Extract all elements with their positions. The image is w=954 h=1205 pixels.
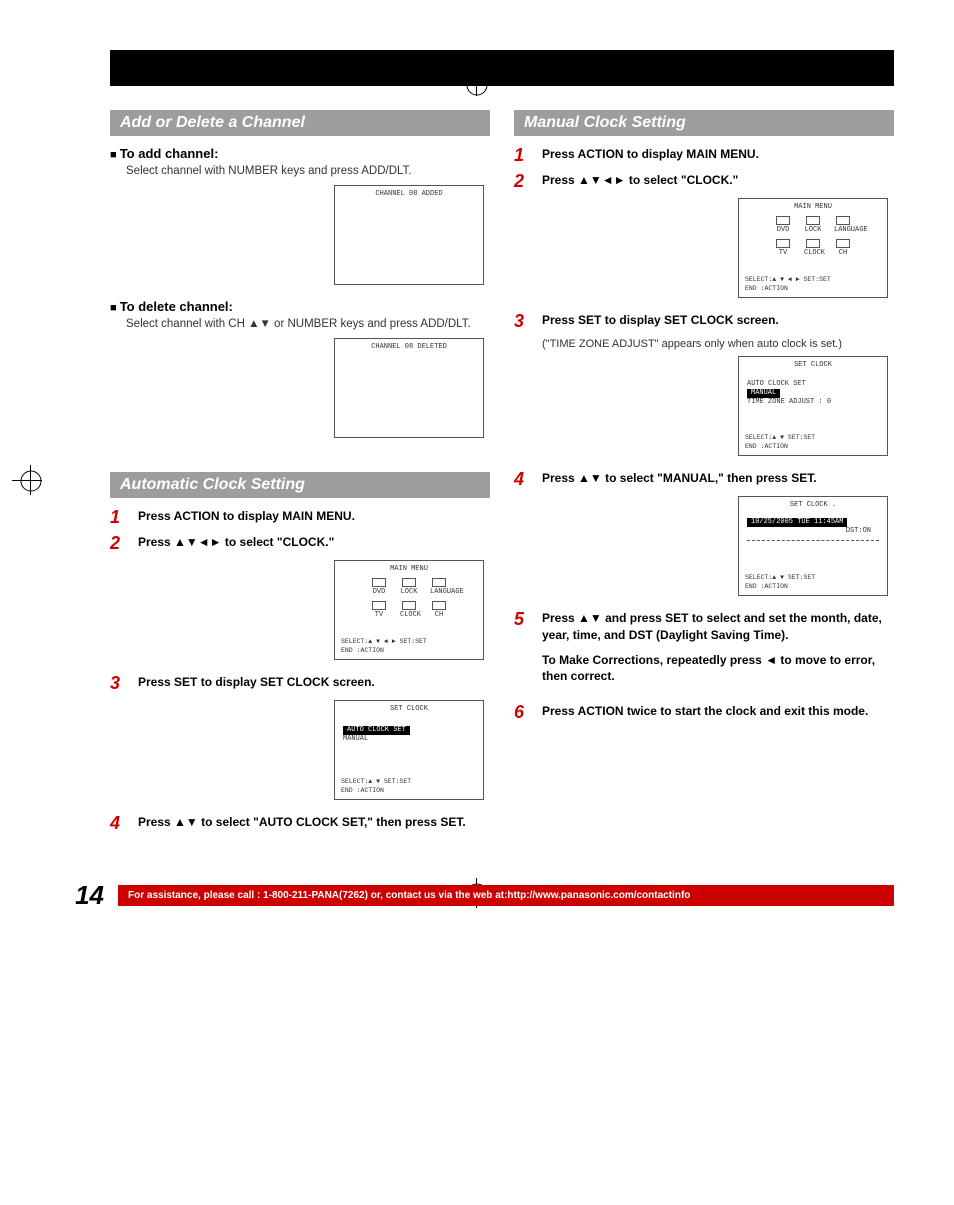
step-number: 5 (514, 610, 532, 628)
screen-channel-added: CHANNEL 08 ADDED (334, 185, 484, 285)
auto-step-1: 1 Press ACTION to display MAIN MENU. (110, 508, 490, 526)
step-text: Press ACTION to display MAIN MENU. (542, 146, 894, 163)
step-number: 1 (110, 508, 128, 526)
step-text: Press ACTION twice to start the clock an… (542, 703, 894, 720)
step-number: 6 (514, 703, 532, 721)
auto-step-2: 2 Press ▲▼◄► to select "CLOCK." (110, 534, 490, 552)
step-text: Press ▲▼◄► to select "CLOCK." (542, 172, 894, 189)
manual-step-6: 6 Press ACTION twice to start the clock … (514, 703, 894, 721)
step-number: 2 (110, 534, 128, 552)
manual-step-3-sub: ("TIME ZONE ADJUST" appears only when au… (542, 338, 894, 350)
step-number: 3 (514, 312, 532, 330)
footer-row: 14 For assistance, please call : 1-800-2… (60, 880, 894, 911)
right-column: Manual Clock Setting 1 Press ACTION to d… (514, 110, 894, 840)
add-channel-heading: To add channel: (110, 146, 490, 161)
step-number: 3 (110, 674, 128, 692)
section-manual-clock-title: Manual Clock Setting (514, 110, 894, 136)
step-text: Press SET to display SET CLOCK screen. (138, 674, 490, 691)
manual-step-5: 5 Press ▲▼ and press SET to select and s… (514, 610, 894, 685)
step-text: Press ▲▼◄► to select "CLOCK." (138, 534, 490, 551)
page-number: 14 (60, 880, 104, 911)
step-number: 4 (514, 470, 532, 488)
screen-set-clock-tz: SET CLOCK AUTO CLOCK SET MANUAL TIME ZON… (738, 356, 888, 456)
screen-text: CHANNEL 08 ADDED (339, 190, 479, 199)
add-channel-text: Select channel with NUMBER keys and pres… (126, 163, 490, 179)
screen-main-menu-r: MAIN MENU DVD LOCK LANGUAGE TV CLOCK CH … (738, 198, 888, 298)
screen-title: MAIN MENU (743, 203, 883, 212)
screen-set-clock-auto: SET CLOCK AUTO CLOCK SET MANUAL SELECT:▲… (334, 700, 484, 800)
screen-title: SET CLOCK . (743, 501, 883, 510)
section-add-delete-title: Add or Delete a Channel (110, 110, 490, 136)
screen-title: SET CLOCK (339, 705, 479, 714)
manual-step-1: 1 Press ACTION to display MAIN MENU. (514, 146, 894, 164)
left-column: Add or Delete a Channel To add channel: … (110, 110, 490, 840)
step-number: 4 (110, 814, 128, 832)
auto-step-4: 4 Press ▲▼ to select "AUTO CLOCK SET," t… (110, 814, 490, 832)
crop-mark-left (18, 468, 44, 494)
screen-channel-deleted: CHANNEL 08 DELETED (334, 338, 484, 438)
screen-main-menu: MAIN MENU DVD LOCK LANGUAGE TV CLOCK CH … (334, 560, 484, 660)
manual-step-3: 3 Press SET to display SET CLOCK screen. (514, 312, 894, 330)
step-text: Press SET to display SET CLOCK screen. (542, 312, 894, 329)
step-text: Press ▲▼ to select "AUTO CLOCK SET," the… (138, 814, 490, 831)
screen-set-clock-date: SET CLOCK . 10/25/2005 TUE 11:45AM DST:O… (738, 496, 888, 596)
step-text: Press ACTION to display MAIN MENU. (138, 508, 490, 525)
screen-title: MAIN MENU (339, 565, 479, 574)
manual-step-2: 2 Press ▲▼◄► to select "CLOCK." (514, 172, 894, 190)
step-text: Press ▲▼ to select "MANUAL," then press … (542, 470, 894, 487)
auto-step-3: 3 Press SET to display SET CLOCK screen. (110, 674, 490, 692)
screen-title: SET CLOCK (743, 361, 883, 370)
screen-text: CHANNEL 08 DELETED (339, 343, 479, 352)
delete-channel-heading: To delete channel: (110, 299, 490, 314)
manual-step-4: 4 Press ▲▼ to select "MANUAL," then pres… (514, 470, 894, 488)
step-number: 1 (514, 146, 532, 164)
step-number: 2 (514, 172, 532, 190)
step-text: Press ▲▼ and press SET to select and set… (542, 610, 894, 685)
header-bar (110, 50, 894, 86)
delete-channel-text: Select channel with CH ▲▼ or NUMBER keys… (126, 316, 490, 332)
assistance-bar: For assistance, please call : 1-800-211-… (118, 885, 894, 906)
section-auto-clock-title: Automatic Clock Setting (110, 472, 490, 498)
